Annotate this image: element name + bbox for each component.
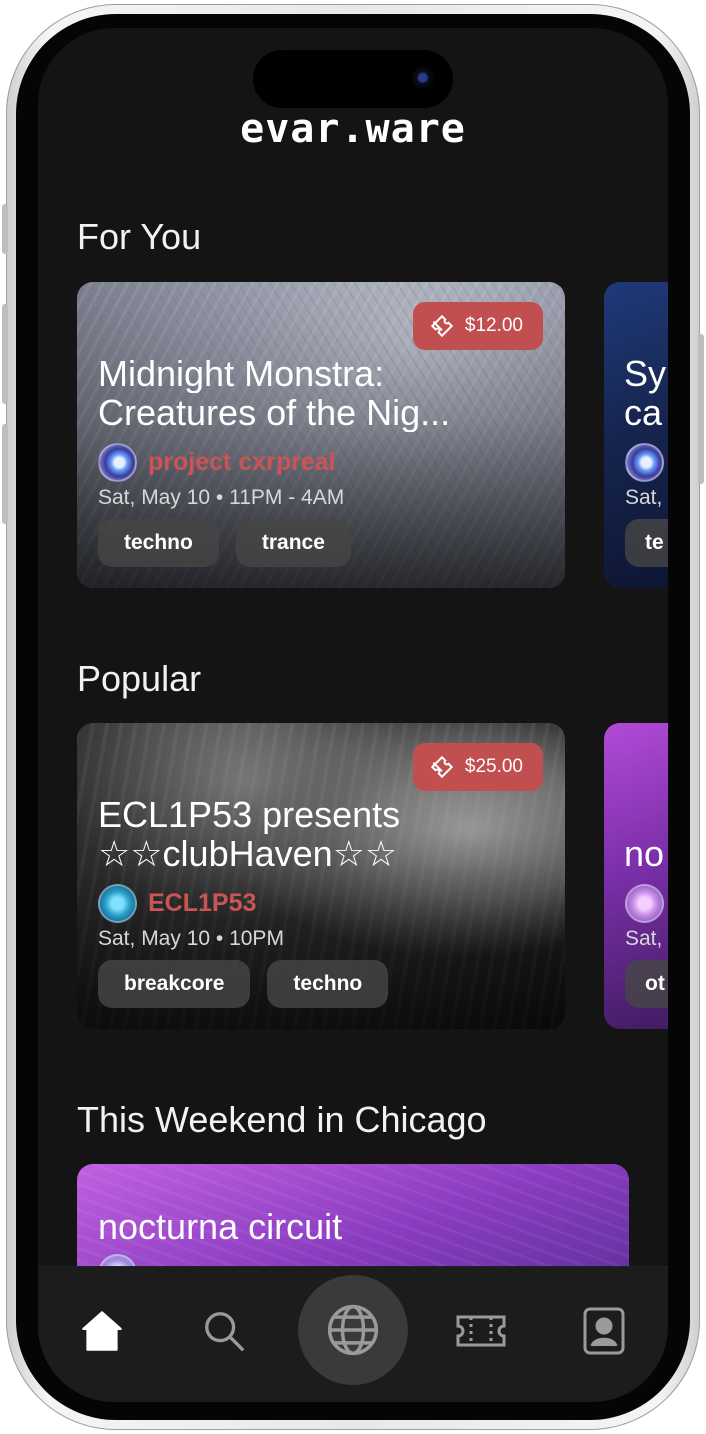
dynamic-island	[253, 50, 453, 108]
event-datetime: Sat, May 10 • 11PM - 4AM	[98, 486, 345, 509]
event-title: ECL1P53 presents ☆☆clubHaven☆☆	[98, 795, 401, 873]
tag-chip[interactable]: techno	[267, 960, 389, 1008]
avatar	[625, 443, 664, 482]
price-badge: $12.00	[412, 302, 543, 350]
home-icon	[82, 1311, 122, 1351]
tab-search[interactable]	[196, 1303, 252, 1359]
power-button	[698, 334, 704, 484]
app-screen: evar.ware For You $12.00 Midnight Monstr…	[38, 28, 668, 1402]
section-title-weekend: This Weekend in Chicago	[77, 1099, 487, 1140]
event-title: nocturna circuit	[98, 1206, 343, 1247]
tab-tickets[interactable]	[453, 1303, 509, 1359]
event-host[interactable]: project cxrpreal	[98, 443, 336, 482]
event-title: Sy ca	[624, 353, 667, 433]
event-datetime: Sat, May 10 • 10PM	[98, 927, 284, 950]
ticket-icon	[456, 1315, 506, 1347]
tab-explore[interactable]	[298, 1275, 408, 1385]
event-tags: breakcore techno	[98, 960, 389, 1008]
tab-home[interactable]	[74, 1303, 130, 1359]
tag-chip[interactable]: breakcore	[98, 960, 251, 1008]
globe-icon	[327, 1304, 379, 1356]
profile-icon	[583, 1307, 625, 1355]
camera-icon	[411, 66, 437, 92]
avatar	[98, 443, 137, 482]
volume-up-button	[2, 304, 8, 404]
tag-chip[interactable]: trance	[235, 519, 351, 567]
app-logo: evar.ware	[240, 106, 466, 152]
price-badge: $25.00	[412, 743, 543, 791]
host-name: project cxrpreal	[148, 448, 336, 476]
event-datetime: Sat,	[625, 927, 663, 950]
avatar	[98, 884, 137, 923]
tab-bar	[38, 1266, 668, 1402]
section-title-for-you: For You	[77, 216, 202, 257]
event-host[interactable]: ECL1P53	[98, 884, 256, 923]
price-label: $12.00	[464, 315, 523, 336]
tab-profile[interactable]	[576, 1303, 632, 1359]
ticket-icon	[430, 314, 454, 338]
event-card-midnight-monstra[interactable]: $12.00 Midnight Monstra: Creatures of th…	[77, 282, 565, 588]
ticket-icon	[430, 755, 454, 779]
event-card-clubhaven[interactable]: $25.00 ECL1P53 presents ☆☆clubHaven☆☆ EC…	[77, 723, 565, 1029]
tag-chip[interactable]: ot	[625, 960, 668, 1008]
event-card-peek[interactable]: no Sat, ot	[604, 723, 668, 1029]
search-icon	[205, 1312, 244, 1351]
event-datetime: Sat,	[625, 486, 663, 509]
host-name: ECL1P53	[148, 889, 257, 917]
volume-down-button	[2, 424, 8, 524]
event-title: no	[624, 833, 665, 874]
price-label: $25.00	[464, 756, 523, 777]
tag-chip[interactable]: te	[625, 519, 668, 567]
avatar	[625, 884, 664, 923]
tag-chip[interactable]: techno	[98, 519, 219, 567]
section-title-popular: Popular	[77, 658, 202, 699]
event-title: Midnight Monstra: Creatures of the Nig..…	[98, 354, 451, 432]
event-card-peek[interactable]: Sy ca Sat, te	[604, 282, 668, 588]
action-button	[2, 204, 8, 254]
event-tags: techno trance	[98, 519, 351, 567]
